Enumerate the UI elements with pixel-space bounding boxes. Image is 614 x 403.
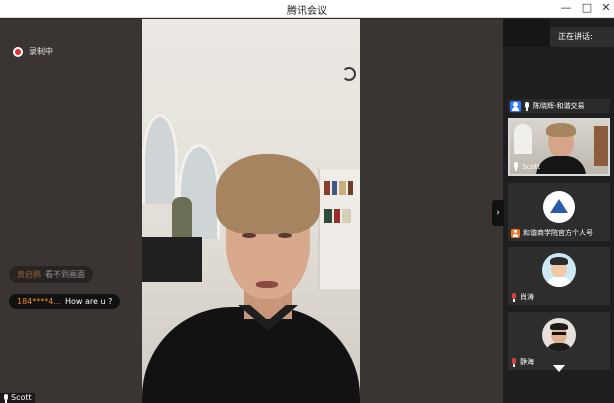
chat-sender: 黄启鹏: [17, 270, 41, 279]
participant-tile-host[interactable]: 和谐商学院官方个人号: [508, 183, 610, 241]
wall-hook: [342, 67, 356, 81]
meeting-window: 腾讯会议 — □ ✕ 录制中 黄启鹏 看不到画面 184****4... How…: [0, 0, 614, 403]
panel-header-bar: [503, 19, 550, 47]
member-header[interactable]: 陈晓辉-和谐交易: [508, 99, 610, 113]
chat-sender: 184****4...: [17, 297, 61, 306]
tile-label: Scott: [513, 162, 540, 171]
speaker-hair: [216, 154, 320, 234]
member-header-label: 陈晓辉-和谐交易: [533, 102, 585, 110]
recording-label: 录制中: [29, 47, 53, 56]
speaker-mouth: [256, 281, 278, 288]
recording-dot-icon: [13, 46, 23, 57]
participant-tile-scott[interactable]: Scott: [508, 118, 610, 176]
window-title: 腾讯会议: [287, 6, 327, 17]
participant-name: 和谐商学院官方个人号: [523, 229, 593, 237]
window-arch: [142, 114, 178, 204]
maximize-button[interactable]: □: [580, 1, 594, 15]
scroll-down-arrow-icon[interactable]: [553, 365, 565, 372]
mic-icon: [513, 162, 519, 171]
speaking-indicator: 正在讲话:: [550, 27, 614, 47]
main-speaker-name: Scott: [11, 393, 32, 402]
college-logo-icon: [543, 191, 575, 223]
host-badge-icon: [511, 228, 520, 238]
bookshelf: [318, 169, 360, 289]
chat-text: How are u ?: [65, 297, 113, 306]
avatar: [542, 318, 576, 352]
collapse-panel-button[interactable]: ›: [492, 200, 504, 226]
mic-muted-icon: [511, 357, 517, 367]
participant-name: 肖涛: [520, 293, 534, 301]
mic-icon: [3, 393, 9, 403]
recording-indicator: 录制中: [13, 46, 53, 57]
tile-window: [514, 124, 532, 154]
main-speaker-tag: Scott: [0, 393, 35, 403]
speaker-eye: [242, 233, 256, 238]
tile-label: 和谐商学院官方个人号: [511, 228, 593, 238]
background-monitor: [142, 237, 202, 282]
participant-tile-xiaotao[interactable]: 肖涛: [508, 247, 610, 305]
tile-hair: [546, 123, 576, 137]
chat-text: 看不到画面: [45, 270, 85, 279]
chat-message: 黄启鹏 看不到画面: [9, 266, 93, 283]
user-icon: [510, 100, 521, 112]
chat-message: 184****4... How are u ?: [9, 294, 121, 309]
mic-muted-icon: [511, 292, 517, 302]
minimize-button[interactable]: —: [559, 1, 573, 15]
speaker-eye: [278, 233, 292, 238]
avatar: [542, 253, 576, 287]
title-bar: 腾讯会议 — □ ✕: [0, 0, 614, 18]
participant-name: Scott: [522, 162, 541, 171]
tile-bookshelf: [594, 126, 608, 166]
tile-label: 静海: [511, 357, 534, 367]
main-video[interactable]: [142, 19, 360, 403]
tile-label: 肖涛: [511, 292, 534, 302]
mic-icon: [524, 101, 530, 111]
participant-name: 静海: [520, 358, 534, 366]
chat-overlay: 黄启鹏 看不到画面 184****4... How are u ?: [9, 262, 121, 315]
close-button[interactable]: ✕: [599, 1, 613, 15]
participant-tile-jinghai[interactable]: 静海: [508, 312, 610, 370]
